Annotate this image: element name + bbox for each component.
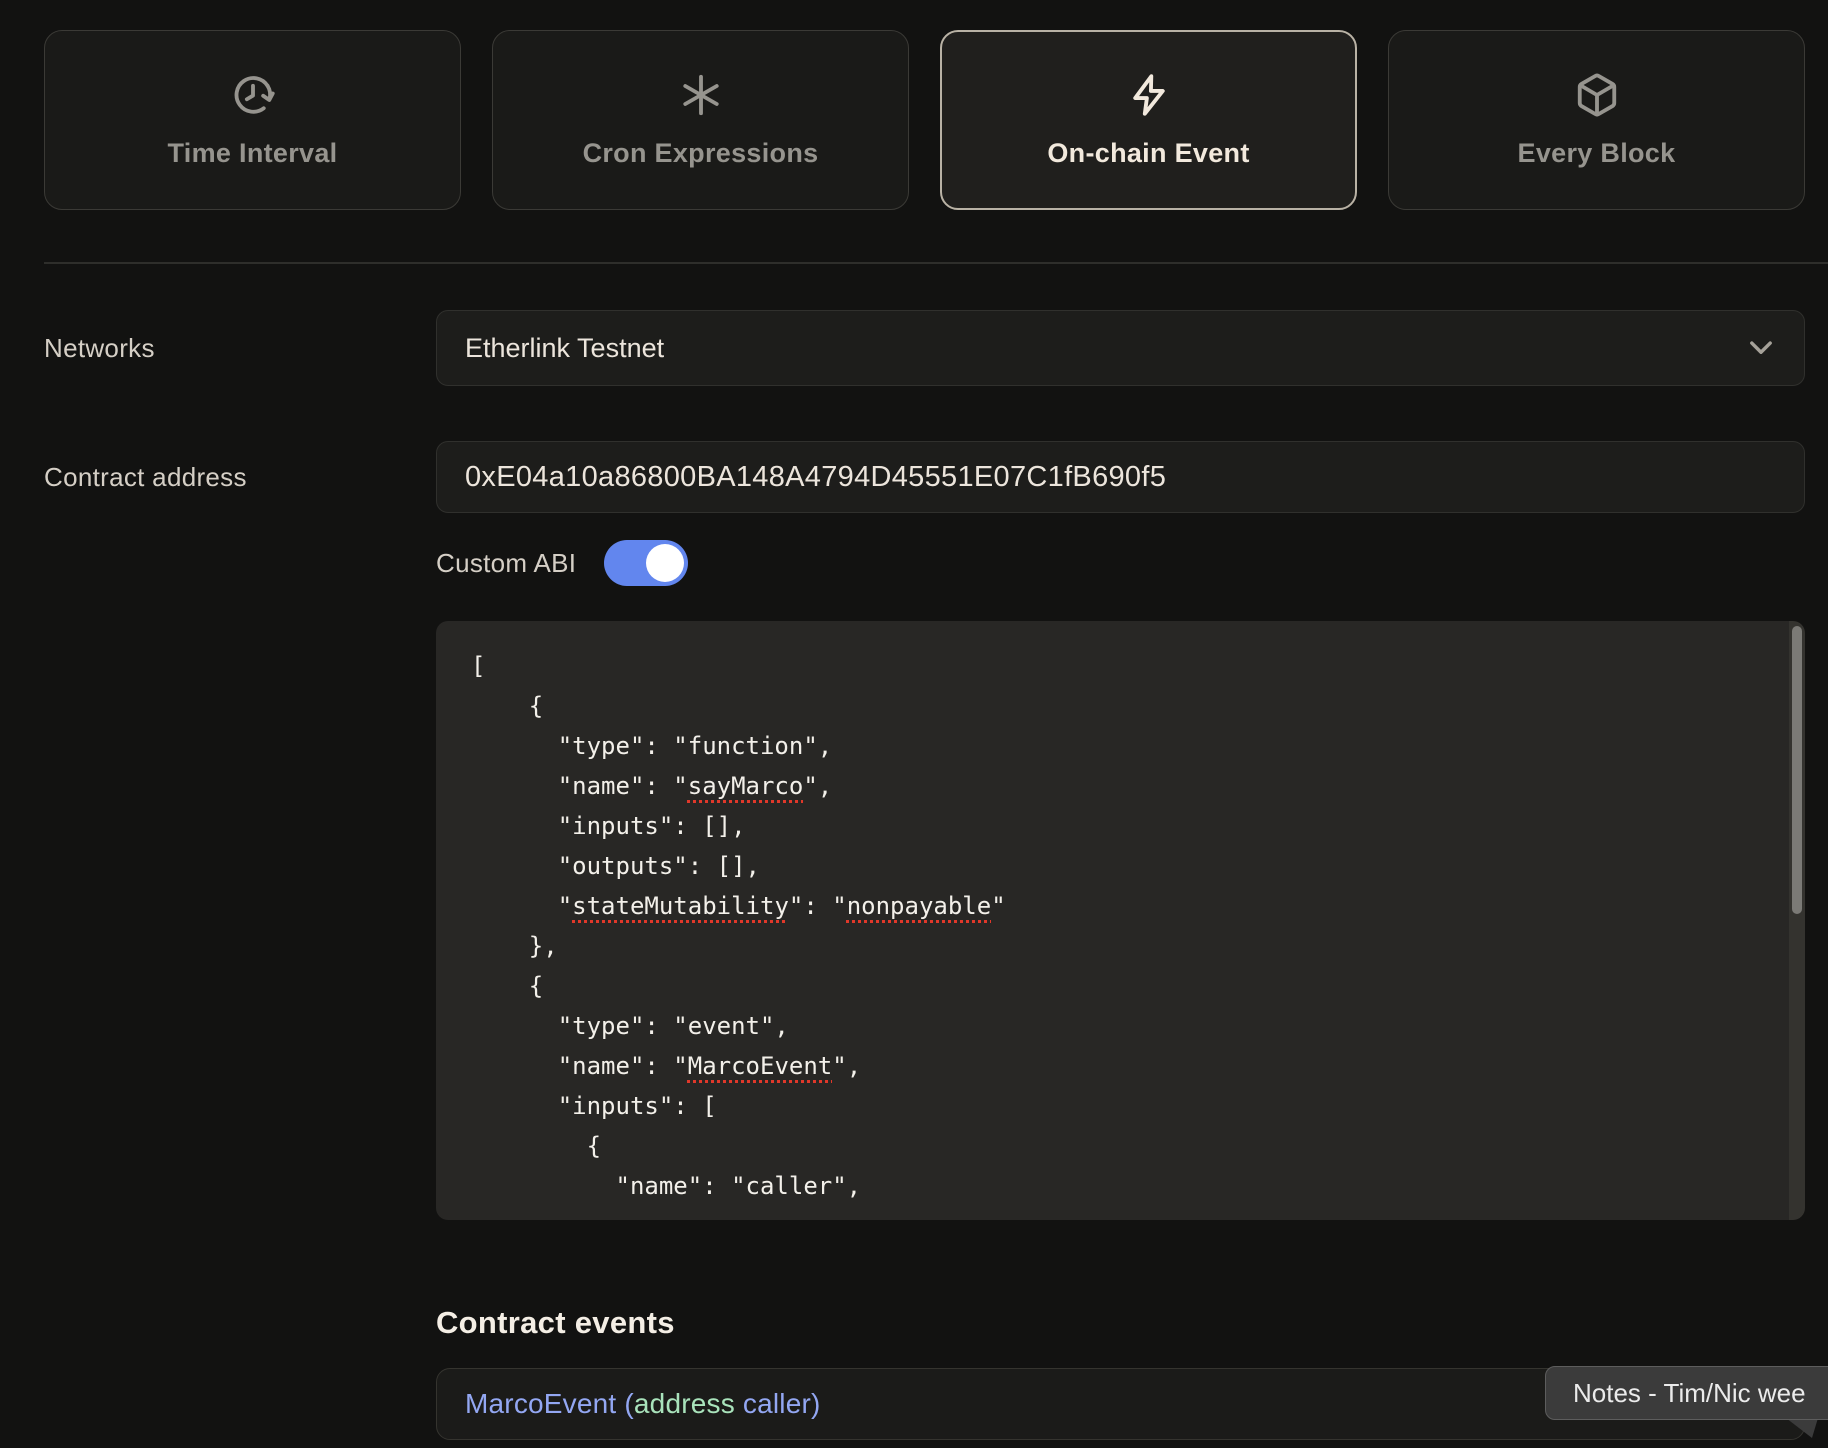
abi-editor[interactable]: [ { "type": "function", "name": "sayMarc… (436, 621, 1805, 1220)
notes-tooltip-text: Notes - Tim/Nic wee (1573, 1378, 1806, 1409)
notes-tooltip-tail (1786, 1418, 1818, 1438)
section-divider (44, 262, 1828, 264)
trigger-type-selector: Time Interval Cron Expressions On-chain … (44, 30, 1805, 210)
contract-address-label: Contract address (44, 441, 247, 513)
trigger-card-time-interval[interactable]: Time Interval (44, 30, 461, 210)
custom-abi-toggle[interactable] (604, 540, 688, 586)
event-param-name: caller) (735, 1388, 821, 1419)
trigger-card-on-chain-event[interactable]: On-chain Event (940, 30, 1357, 210)
abi-code-content: [ { "type": "function", "name": "sayMarc… (436, 621, 1805, 1206)
trigger-card-label: Every Block (1518, 138, 1676, 169)
trigger-card-cron-expressions[interactable]: Cron Expressions (492, 30, 909, 210)
contract-address-input[interactable] (436, 441, 1805, 513)
trigger-card-label: Time Interval (168, 138, 338, 169)
trigger-card-every-block[interactable]: Every Block (1388, 30, 1805, 210)
custom-abi-label: Custom ABI (436, 548, 576, 579)
event-name: MarcoEvent ( (465, 1388, 634, 1419)
chevron-down-icon (1744, 331, 1778, 365)
trigger-card-label: On-chain Event (1047, 138, 1249, 169)
networks-selected-value: Etherlink Testnet (465, 333, 664, 364)
notes-tooltip: Notes - Tim/Nic wee (1545, 1366, 1828, 1420)
networks-label: Networks (44, 310, 155, 386)
cube-icon (1574, 72, 1620, 118)
abi-scrollbar-thumb[interactable] (1792, 626, 1802, 914)
abi-scrollbar-track[interactable] (1789, 621, 1805, 1220)
toggle-knob (646, 544, 684, 582)
contract-events-heading: Contract events (436, 1305, 675, 1341)
clock-interval-icon (230, 72, 276, 118)
event-param-type: address (634, 1388, 735, 1419)
trigger-card-label: Cron Expressions (583, 138, 819, 169)
lightning-icon (1126, 72, 1172, 118)
asterisk-icon (678, 72, 724, 118)
networks-select[interactable]: Etherlink Testnet (436, 310, 1805, 386)
event-signature: MarcoEvent (address caller) (465, 1388, 821, 1420)
custom-abi-row: Custom ABI (436, 538, 688, 588)
